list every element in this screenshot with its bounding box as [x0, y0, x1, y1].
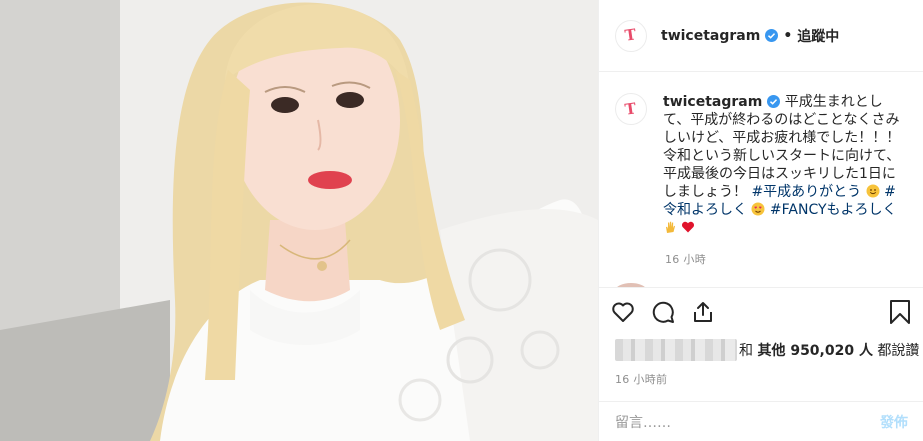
red-heart-emoji-icon [682, 221, 695, 233]
caption-avatar[interactable]: T [615, 93, 647, 125]
verified-badge-icon [765, 29, 779, 42]
smile-emoji-icon [866, 184, 880, 198]
post-timestamp[interactable]: 16 小時前 [615, 371, 667, 387]
profile-avatar[interactable]: T [615, 19, 647, 52]
comments-area[interactable]: T twicetagram 平成生まれとして、平成が終わるのはどことなくさみしい… [599, 73, 923, 287]
caption-line: 令和という新しいスタートに向け [663, 148, 873, 164]
likes-suffix: 都說讚 [872, 343, 920, 359]
hashtag-link[interactable]: #平成ありがとう [751, 184, 861, 200]
raised-hand-emoji-icon [666, 221, 675, 233]
instagram-post-modal: T twicetagram • 追蹤中 T twicetagram 平成生まれと… [0, 0, 923, 441]
twice-logo: T [624, 25, 638, 45]
heart-eyes-emoji-icon [751, 202, 765, 216]
likes-text: 和 其他 950,020 人 都說讚 [739, 340, 919, 360]
post-comment-button[interactable]: 發佈 [880, 412, 908, 432]
post-photo[interactable] [0, 0, 598, 441]
post-side-panel: T twicetagram • 追蹤中 T twicetagram 平成生まれと… [598, 0, 923, 441]
following-button[interactable]: 追蹤中 [797, 26, 839, 46]
caption-username[interactable]: twicetagram [663, 94, 762, 110]
selfie-illustration [0, 0, 598, 441]
comment-bubble-icon [652, 301, 674, 323]
header-username[interactable]: twicetagram [661, 28, 760, 44]
share-arrow-icon [694, 301, 712, 322]
post-header: T twicetagram • 追蹤中 [599, 0, 923, 72]
caption-timestamp[interactable]: 16 小時 [665, 251, 908, 267]
bookmark-icon [890, 300, 910, 324]
add-comment-bar: 留言…… 發佈 [599, 401, 923, 441]
comment-input[interactable]: 留言…… [615, 412, 880, 432]
share-button[interactable] [691, 292, 731, 332]
likes-count-link[interactable]: 其他 950,020 人 [757, 343, 873, 359]
like-button[interactable] [611, 292, 651, 332]
likes-prefix: 和 [739, 343, 758, 359]
action-bar [599, 287, 923, 335]
heart-outline-icon [612, 302, 634, 322]
caption-line: いけど、平成お疲れ様でした！！！ [677, 130, 901, 146]
verified-badge-icon [767, 95, 781, 108]
caption: T twicetagram 平成生まれとして、平成が終わるのはどことなくさみしい… [615, 93, 908, 237]
save-button[interactable] [880, 294, 920, 330]
caption-text: twicetagram 平成生まれとして、平成が終わるのはどことなくさみしいけど… [663, 93, 908, 237]
twice-logo: T [624, 98, 638, 119]
separator-dot: • [783, 27, 793, 44]
likes-summary: 和 其他 950,020 人 都說讚 [615, 339, 919, 361]
comment-button[interactable] [651, 292, 691, 332]
blurred-liker-names [615, 339, 737, 361]
hashtag-link[interactable]: #FANCYもよろしく [770, 202, 897, 218]
